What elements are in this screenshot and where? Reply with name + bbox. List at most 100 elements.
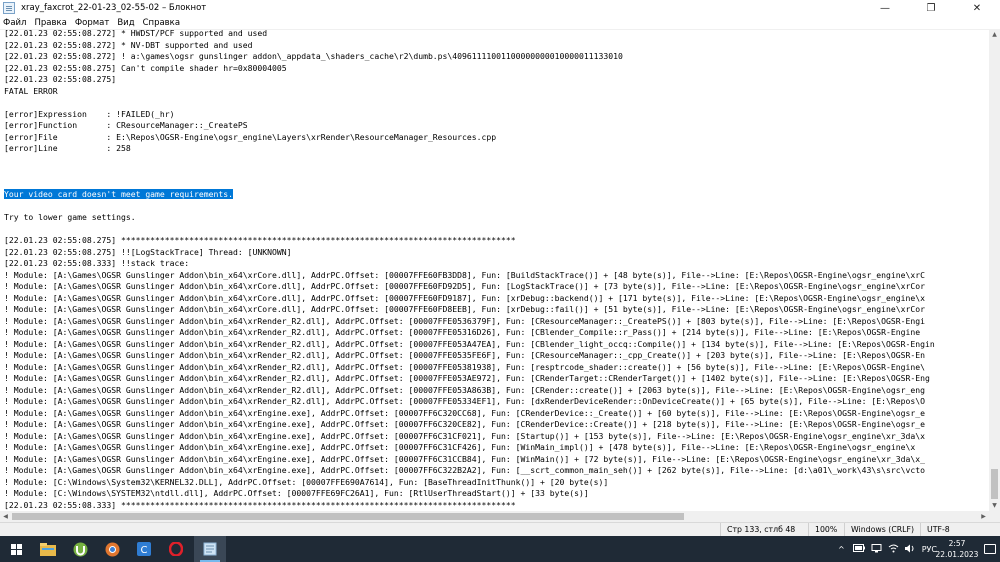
network-icon[interactable] xyxy=(871,543,882,555)
line-text: ! Module: [A:\Games\OGSR Gunslinger Addo… xyxy=(4,442,916,452)
vertical-scrollbar[interactable]: ▲ ▼ xyxy=(989,29,1000,511)
text-line: ! Module: [A:\Games\OGSR Gunslinger Addo… xyxy=(4,419,935,431)
utorrent-icon[interactable] xyxy=(64,536,96,562)
editor-lines: [22.01.23 02:55:08.272] * HWDST/PCF supp… xyxy=(4,29,935,511)
menu-format[interactable]: Формат xyxy=(71,18,114,28)
line-text: [22.01.23 02:55:08.272] ! a:\games\ogsr … xyxy=(4,51,623,61)
line-text: [22.01.23 02:55:08.333] ****************… xyxy=(4,499,516,510)
line-ending: Windows (CRLF) xyxy=(844,523,920,536)
menu-view[interactable]: Вид xyxy=(113,18,138,28)
text-line: ! Module: [A:\Games\OGSR Gunslinger Addo… xyxy=(4,454,935,466)
text-line xyxy=(4,224,935,236)
menu-file[interactable]: Файл xyxy=(0,18,30,28)
text-line: FATAL ERROR xyxy=(4,86,935,98)
clock[interactable]: 2:57 22.01.2023 xyxy=(934,538,980,560)
text-line: [22.01.23 02:55:08.272] ! a:\games\ogsr … xyxy=(4,51,935,63)
windows-start-icon[interactable] xyxy=(0,536,32,562)
notepad-icon[interactable] xyxy=(194,536,226,562)
line-text: [22.01.23 02:55:08.272] * HWDST/PCF supp… xyxy=(4,29,268,38)
tray-chevron-icon[interactable]: ^ xyxy=(838,545,845,554)
text-line: ! Module: [A:\Games\OGSR Gunslinger Addo… xyxy=(4,373,935,385)
line-text: ! Module: [A:\Games\OGSR Gunslinger Addo… xyxy=(4,396,925,406)
text-line: ! Module: [A:\Games\OGSR Gunslinger Addo… xyxy=(4,339,935,351)
text-line: ! Module: [A:\Games\OGSR Gunslinger Addo… xyxy=(4,431,935,443)
scroll-up-icon[interactable]: ▲ xyxy=(989,29,1000,40)
line-text: ! Module: [A:\Games\OGSR Gunslinger Addo… xyxy=(4,327,921,337)
notification-icon[interactable] xyxy=(984,544,996,554)
line-text: ! Module: [A:\Games\OGSR Gunslinger Addo… xyxy=(4,304,925,314)
text-line xyxy=(4,155,935,167)
zoom-level: 100% xyxy=(808,523,844,536)
text-line: ! Module: [A:\Games\OGSR Gunslinger Addo… xyxy=(4,442,935,454)
scroll-left-icon[interactable]: ◀ xyxy=(0,511,11,522)
line-text: ! Module: [A:\Games\OGSR Gunslinger Addo… xyxy=(4,292,925,303)
text-line: [22.01.23 02:55:08.272] * NV-DBT support… xyxy=(4,40,935,52)
line-text: [22.01.23 02:55:08.275] Can't compile sh… xyxy=(4,62,287,73)
text-line: ! Module: [A:\Games\OGSR Gunslinger Addo… xyxy=(4,362,935,374)
cursor-position: Стр 133, стлб 48 xyxy=(720,523,808,536)
maximize-button[interactable]: ❐ xyxy=(908,0,954,16)
line-text: [22.01.23 02:55:08.333] !!stack trace: xyxy=(4,258,190,268)
minimize-button[interactable]: — xyxy=(862,0,908,16)
close-button[interactable]: ✕ xyxy=(954,0,1000,16)
horizontal-scroll-thumb[interactable] xyxy=(12,513,684,520)
line-text: ! Module: [A:\Games\OGSR Gunslinger Addo… xyxy=(4,465,925,475)
line-text: ! Module: [A:\Games\OGSR Gunslinger Addo… xyxy=(4,419,925,429)
text-line: ! Module: [A:\Games\OGSR Gunslinger Addo… xyxy=(4,350,935,362)
vertical-scroll-thumb[interactable] xyxy=(991,469,998,499)
text-line: ! Module: [C:\Windows\System32\KERNEL32.… xyxy=(4,477,935,489)
text-line: ! Module: [A:\Games\OGSR Gunslinger Addo… xyxy=(4,270,935,282)
chrome-canary-icon[interactable] xyxy=(96,536,128,562)
clock-time: 2:57 xyxy=(948,539,966,548)
menu-edit[interactable]: Правка xyxy=(30,18,70,28)
line-text: ! Module: [A:\Games\OGSR Gunslinger Addo… xyxy=(4,350,925,360)
text-line: [22.01.23 02:55:08.275] Can't compile sh… xyxy=(4,63,935,75)
horizontal-scrollbar[interactable]: ◀ ▶ xyxy=(0,511,1000,522)
clock-date: 22.01.2023 xyxy=(935,550,979,559)
text-line: [22.01.23 02:55:08.333] !!stack trace: xyxy=(4,258,935,270)
line-text: ! Module: [C:\Windows\SYSTEM32\ntdll.dll… xyxy=(4,488,589,498)
line-text: Your video card doesn't meet game requir… xyxy=(4,189,234,199)
scroll-down-icon[interactable]: ▼ xyxy=(989,500,1000,511)
line-text: ! Module: [A:\Games\OGSR Gunslinger Addo… xyxy=(4,430,925,441)
line-text: [22.01.23 02:55:08.275] !![LogStackTrace… xyxy=(4,246,292,257)
line-text: [22.01.23 02:55:08.275] ****************… xyxy=(4,235,516,245)
text-line xyxy=(4,201,935,213)
text-line: [error]Expression : !FAILED(_hr) xyxy=(4,109,935,121)
line-text: ! Module: [A:\Games\OGSR Gunslinger Addo… xyxy=(4,269,925,280)
text-line: ! Module: [A:\Games\OGSR Gunslinger Addo… xyxy=(4,385,935,397)
text-line: ! Module: [A:\Games\OGSR Gunslinger Addo… xyxy=(4,465,935,477)
volume-icon[interactable] xyxy=(904,544,916,555)
text-line: ! Module: [A:\Games\OGSR Gunslinger Addo… xyxy=(4,327,935,339)
text-line xyxy=(4,97,935,109)
cortana-app-icon[interactable]: C xyxy=(128,536,160,562)
scroll-right-icon[interactable]: ▶ xyxy=(978,511,989,522)
title-bar[interactable]: xray_faxcrot_22-01-23_02-55-02 – Блокнот… xyxy=(0,0,1000,16)
text-line: [22.01.23 02:55:08.275] xyxy=(4,74,935,86)
text-line: ! Module: [C:\Windows\SYSTEM32\ntdll.dll… xyxy=(4,488,935,500)
system-tray: ^ РУС xyxy=(838,536,937,562)
line-text: Try to lower game settings. xyxy=(4,212,136,222)
text-editor[interactable]: [22.01.23 02:55:08.272] * HWDST/PCF supp… xyxy=(0,29,989,511)
taskbar: C ^ РУС 2:57 22.01.2023 xyxy=(0,536,1000,562)
wifi-icon[interactable] xyxy=(888,544,899,555)
line-text: ! Module: [A:\Games\OGSR Gunslinger Addo… xyxy=(4,384,925,395)
battery-icon[interactable] xyxy=(852,544,865,554)
menu-help[interactable]: Справка xyxy=(139,18,184,28)
text-line xyxy=(4,166,935,178)
notepad-app-icon xyxy=(3,2,15,14)
opera-icon[interactable] xyxy=(160,536,192,562)
text-line: [22.01.23 02:55:08.272] * HWDST/PCF supp… xyxy=(4,29,935,40)
line-text: ! Module: [C:\Windows\System32\KERNEL32.… xyxy=(4,476,609,487)
text-line: [22.01.23 02:55:08.275] !![LogStackTrace… xyxy=(4,247,935,259)
file-explorer-icon[interactable] xyxy=(32,536,64,562)
selected-text-line: Your video card doesn't meet game requir… xyxy=(4,189,935,201)
status-bar: Стр 133, стлб 48 100% Windows (CRLF) UTF… xyxy=(0,522,1000,536)
text-line xyxy=(4,178,935,190)
line-text: [error]Expression : !FAILED(_hr) xyxy=(4,108,175,119)
line-text: [error]Line : 258 xyxy=(4,143,131,153)
text-line: Try to lower game settings. xyxy=(4,212,935,224)
line-text: [22.01.23 02:55:08.275] xyxy=(4,74,117,84)
line-text: ! Module: [A:\Games\OGSR Gunslinger Addo… xyxy=(4,373,930,383)
text-line: [error]Function : CResourceManager::_Cre… xyxy=(4,120,935,132)
